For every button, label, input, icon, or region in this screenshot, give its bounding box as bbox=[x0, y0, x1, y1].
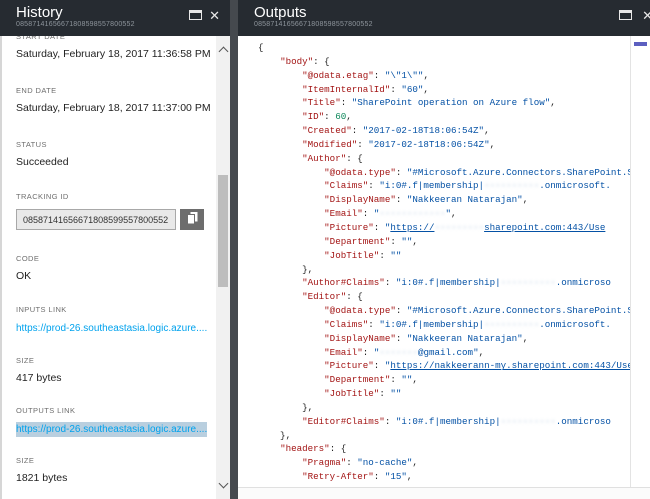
end-date-label: END DATE bbox=[16, 86, 216, 96]
start-date-value: Saturday, February 18, 2017 11:36:58 PM bbox=[16, 47, 216, 62]
outputs-size-value: 1821 bytes bbox=[16, 471, 216, 486]
outputs-run-id: 08587141656671808598557800552 bbox=[254, 21, 650, 29]
copy-button[interactable] bbox=[180, 209, 204, 230]
end-date-value: Saturday, February 18, 2017 11:37:00 PM bbox=[16, 101, 216, 116]
outputs-panel: Outputs 08587141656671808598557800552 ✕ … bbox=[238, 0, 650, 499]
tracking-id-input[interactable] bbox=[16, 209, 176, 230]
outputs-size-label: SIZE bbox=[16, 456, 216, 466]
close-icon[interactable]: ✕ bbox=[642, 9, 650, 22]
outputs-vscrollbar[interactable] bbox=[630, 36, 650, 487]
outputs-titlebar: Outputs 08587141656671808598557800552 ✕ bbox=[238, 0, 650, 36]
inputs-link[interactable]: https://prod-26.southeastasia.logic.azur… bbox=[16, 321, 216, 336]
logic-app-run-view: History 08587141656671808598557800552 ✕ … bbox=[0, 0, 650, 499]
tracking-id-label: TRACKING ID bbox=[16, 192, 216, 202]
outputs-panel-title: Outputs bbox=[254, 4, 650, 21]
tracking-id-row bbox=[16, 209, 216, 230]
outputs-link-label: OUTPUTS LINK bbox=[16, 406, 216, 416]
outputs-hscrollbar[interactable] bbox=[238, 487, 650, 499]
code-label: CODE bbox=[16, 254, 216, 264]
status-value: Succeeded bbox=[16, 155, 216, 170]
scroll-down-icon[interactable] bbox=[218, 479, 228, 489]
close-icon[interactable]: ✕ bbox=[209, 9, 220, 22]
outputs-scroll-thumb[interactable] bbox=[634, 42, 647, 46]
scroll-up-icon[interactable] bbox=[218, 47, 228, 57]
history-run-id: 08587141656671808598557800552 bbox=[16, 21, 230, 29]
code-value: OK bbox=[16, 269, 216, 284]
maximize-icon[interactable] bbox=[619, 10, 632, 20]
history-details: START DATE Saturday, February 18, 2017 1… bbox=[0, 36, 216, 499]
json-code: { "body": { "@odata.etag": "\"1\"", "Ite… bbox=[258, 41, 650, 484]
inputs-size-label: SIZE bbox=[16, 356, 216, 366]
inputs-size-value: 417 bytes bbox=[16, 371, 216, 386]
inputs-link-label: INPUTS LINK bbox=[16, 305, 216, 315]
maximize-icon[interactable] bbox=[189, 10, 202, 20]
history-scrollbar[interactable] bbox=[216, 36, 230, 499]
outputs-json-viewer: { "body": { "@odata.etag": "\"1\"", "Ite… bbox=[238, 36, 650, 487]
history-titlebar: History 08587141656671808598557800552 ✕ bbox=[0, 0, 230, 36]
history-panel: History 08587141656671808598557800552 ✕ … bbox=[0, 0, 230, 499]
status-label: STATUS bbox=[16, 140, 216, 150]
start-date-label: START DATE bbox=[16, 36, 216, 42]
copy-icon bbox=[186, 211, 199, 228]
history-scroll-thumb[interactable] bbox=[218, 175, 228, 287]
outputs-link[interactable]: https://prod-26.southeastasia.logic.azur… bbox=[16, 422, 207, 437]
